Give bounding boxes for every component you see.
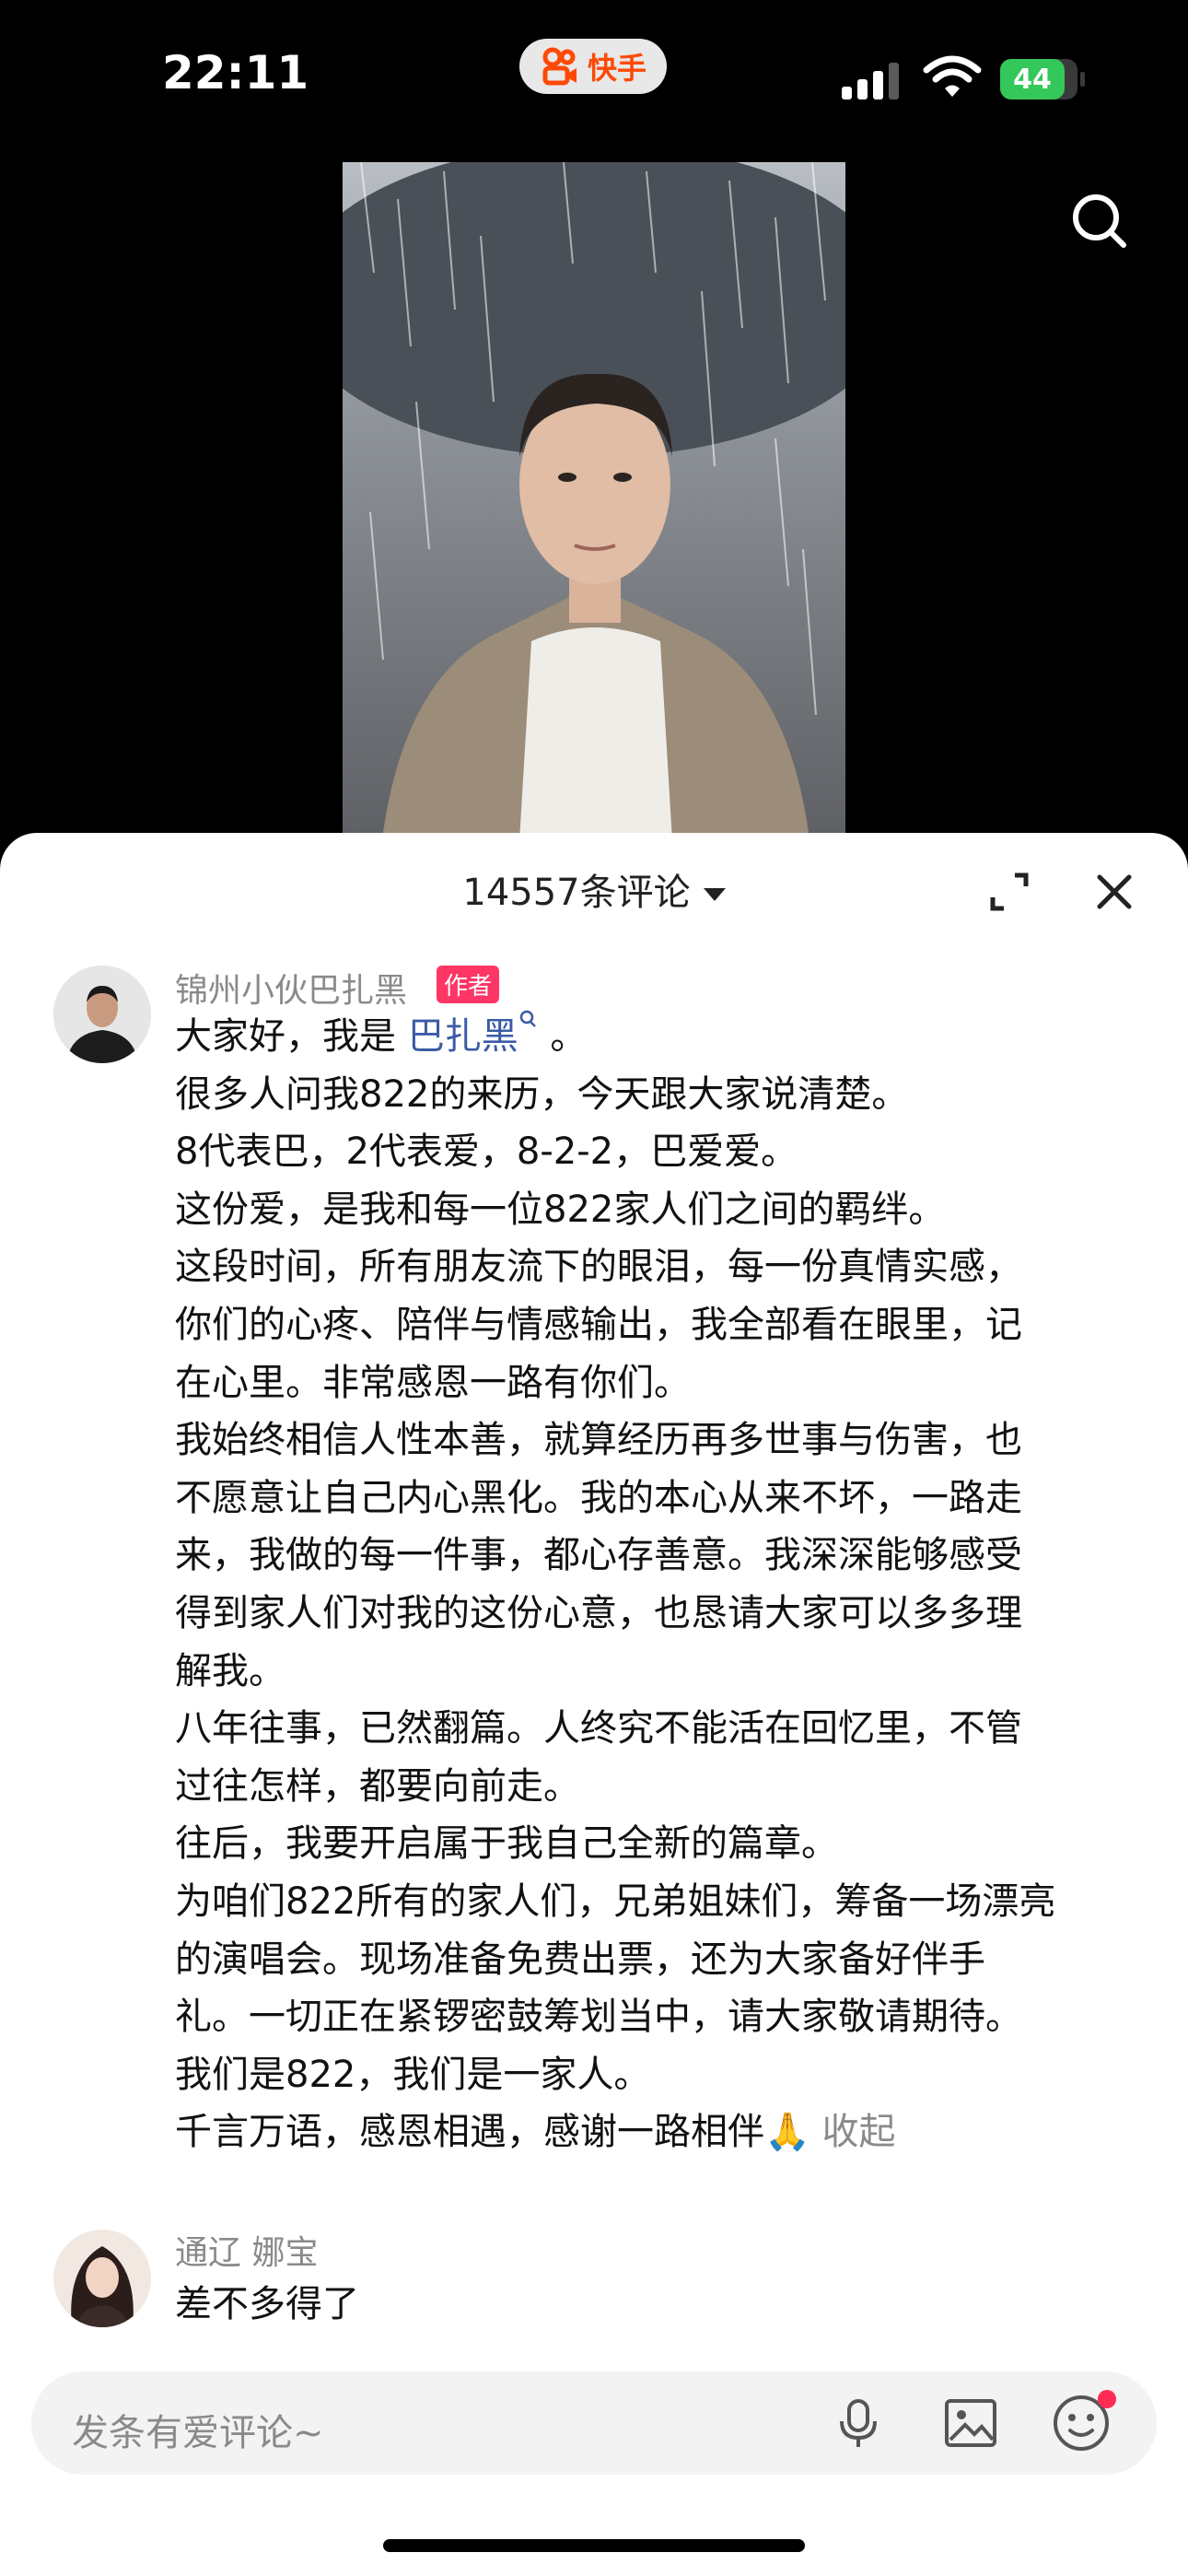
comment-line: 这段时间，所有朋友流下的眼泪，每一份真情实感， — [175, 1246, 1022, 1289]
video-preview[interactable] — [343, 162, 845, 872]
status-time: 22:11 — [162, 46, 309, 100]
kuaishou-app-badge[interactable]: 快手 — [519, 39, 667, 94]
comment-body: 差不多得了 — [175, 2276, 1151, 2334]
comment-input[interactable]: 发条有爱评论~ — [72, 2403, 324, 2456]
comment-username[interactable]: 锦州小伙巴扎黑 — [175, 964, 407, 1012]
video-frame-image — [343, 162, 845, 872]
notification-dot — [1098, 2390, 1116, 2408]
comment-sheet: 14557条评论 锦州小伙巴扎黑 作者 大家好，我是 巴扎黑 。 很多人问我82… — [0, 833, 1188, 2576]
chevron-down-icon — [703, 888, 726, 901]
comment-line: 这份爱，是我和每一位822家人们之间的羁绊。 — [175, 1188, 946, 1231]
comment-line: 很多人问我822的来历，今天跟大家说清楚。 — [175, 1072, 909, 1116]
comment-line: 八年往事，已然翻篇。人终究不能活在回忆里，不管 — [175, 1707, 1022, 1751]
kuaishou-logo-icon — [542, 47, 577, 86]
avatar-image — [53, 2230, 151, 2327]
microphone-icon[interactable] — [833, 2397, 884, 2449]
collapse-button[interactable]: 收起 — [822, 2111, 896, 2153]
comment-line: 的演唱会。现场准备免费出票，还为大家备好伴手 — [175, 1938, 985, 1981]
comment-line: 8代表巴，2代表爱，8-2-2，巴爱爱。 — [175, 1130, 798, 1174]
battery-level: 44 — [1000, 59, 1065, 100]
search-icon[interactable] — [1070, 192, 1129, 251]
comment-username[interactable]: 通辽 娜宝 — [175, 2226, 318, 2274]
battery-indicator: 44 — [1000, 59, 1085, 100]
comment-line: 过往怎样，都要向前走。 — [175, 1764, 580, 1808]
author-badge: 作者 — [437, 966, 500, 1003]
comment-line: 大家好，我是 巴扎黑 。 — [175, 1008, 1151, 1066]
comment-line: 我们是822，我们是一家人。 — [175, 2053, 651, 2096]
comment-line: 解我。 — [175, 1649, 285, 1692]
comment-count-label: 14557条评论 — [462, 872, 691, 914]
comment-body: 大家好，我是 巴扎黑 。 很多人问我822的来历，今天跟大家说清楚。 8代表巴，… — [175, 1008, 1151, 2161]
close-icon[interactable] — [1092, 870, 1136, 914]
comment-line: 得到家人们对我的这份心意，也恳请大家可以多多理 — [175, 1591, 1022, 1634]
comment-input-bar[interactable]: 发条有爱评论~ — [31, 2371, 1157, 2475]
comment-line: 不愿意让自己内心黑化。我的本心从来不坏，一路走 — [175, 1476, 1022, 1519]
comment-line: 千言万语，感恩相遇，感谢一路相伴🙏 收起 — [175, 2111, 896, 2154]
comment-line: 你们的心疼、陪伴与情感输出，我全部看在眼里，记 — [175, 1303, 1022, 1346]
avatar[interactable] — [53, 966, 151, 1063]
comment-line: 为咱们822所有的家人们，兄弟姐妹们，筹备一场漂亮 — [175, 1879, 1056, 1923]
avatar[interactable] — [53, 2230, 151, 2327]
avatar-image — [53, 966, 151, 1063]
cellular-signal-icon — [842, 63, 899, 100]
comment-line: 在心里。非常感恩一路有你们。 — [175, 1361, 691, 1404]
mention-link[interactable]: 巴扎黑 — [408, 1015, 518, 1058]
comment-line: 往后，我要开启属于我自己全新的篇章。 — [175, 1822, 838, 1866]
image-icon[interactable] — [943, 2397, 998, 2449]
comment-line: 差不多得了 — [175, 2283, 359, 2325]
comment-line: 我始终相信人性本善，就算经历再多世事与伤害，也 — [175, 1419, 1022, 1462]
app-name-label: 快手 — [587, 51, 646, 86]
mention-search-icon — [519, 1010, 536, 1027]
comment-line: 礼。一切正在紧锣密鼓筹划当中，请大家敬请期待。 — [175, 1996, 1022, 2039]
comment-line: 来，我做的每一件事，都心存善意。我深深能够感受 — [175, 1534, 1022, 1577]
home-indicator — [383, 2539, 805, 2552]
expand-icon[interactable] — [987, 870, 1031, 914]
wifi-icon — [923, 55, 982, 97]
